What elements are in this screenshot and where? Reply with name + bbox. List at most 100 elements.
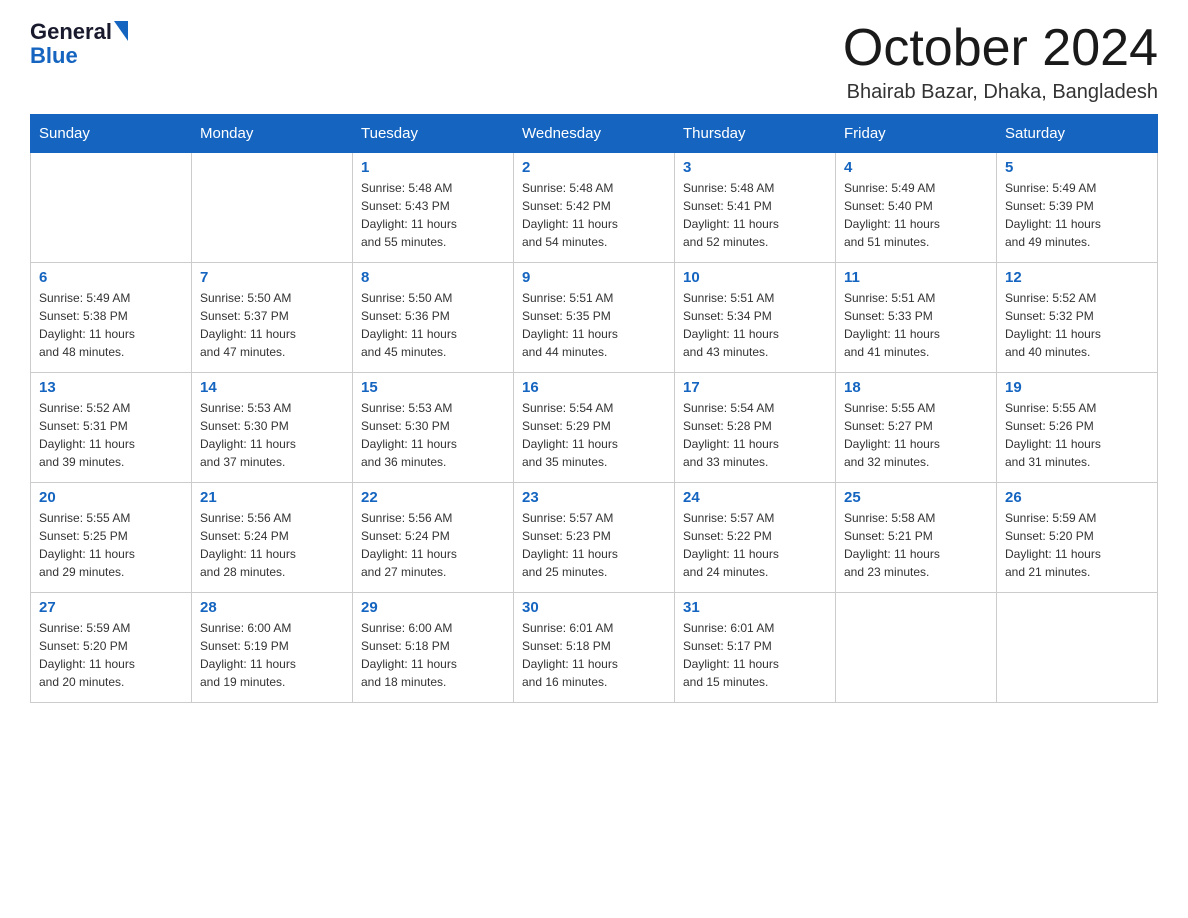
- day-info-text: Sunrise: 5:51 AMSunset: 5:34 PMDaylight:…: [683, 289, 827, 361]
- day-info-text: Sunrise: 5:56 AMSunset: 5:24 PMDaylight:…: [200, 509, 344, 581]
- day-number: 27: [39, 599, 183, 616]
- day-number: 28: [200, 599, 344, 616]
- day-number: 13: [39, 379, 183, 396]
- calendar-day-cell: 28 Sunrise: 6:00 AMSunset: 5:19 PMDayligh…: [192, 593, 353, 703]
- day-number: 7: [200, 269, 344, 286]
- day-number: 5: [1005, 159, 1149, 176]
- day-info-text: Sunrise: 5:58 AMSunset: 5:21 PMDaylight:…: [844, 509, 988, 581]
- calendar-day-cell: 15 Sunrise: 5:53 AMSunset: 5:30 PMDayligh…: [353, 373, 514, 483]
- calendar-day-cell: 31 Sunrise: 6:01 AMSunset: 5:17 PMDayligh…: [675, 593, 836, 703]
- day-number: 29: [361, 599, 505, 616]
- day-number: 26: [1005, 489, 1149, 506]
- day-of-week-header: Thursday: [675, 115, 836, 153]
- calendar-day-cell: 29Sunrise: 6:00 AMSunset: 5:18 PMDayligh…: [353, 593, 514, 703]
- calendar-day-cell: 5 Sunrise: 5:49 AMSunset: 5:39 PMDaylight…: [997, 153, 1158, 263]
- day-info-text: Sunrise: 5:49 AMSunset: 5:38 PMDaylight:…: [39, 289, 183, 361]
- calendar-day-cell: [836, 593, 997, 703]
- day-info-text: Sunrise: 5:57 AMSunset: 5:23 PMDaylight:…: [522, 509, 666, 581]
- day-info-text: Sunrise: 5:48 AMSunset: 5:43 PMDaylight:…: [361, 179, 505, 251]
- day-number: 31: [683, 599, 827, 616]
- day-info-text: Sunrise: 6:01 AMSunset: 5:17 PMDaylight:…: [683, 619, 827, 691]
- location-subtitle: Bhairab Bazar, Dhaka, Bangladesh: [843, 81, 1158, 104]
- calendar-week-row: 1 Sunrise: 5:48 AMSunset: 5:43 PMDaylight…: [31, 153, 1158, 263]
- calendar-day-cell: [192, 153, 353, 263]
- day-info-text: Sunrise: 5:53 AMSunset: 5:30 PMDaylight:…: [361, 399, 505, 471]
- calendar-day-cell: 24 Sunrise: 5:57 AMSunset: 5:22 PMDayligh…: [675, 483, 836, 593]
- calendar-day-cell: 7 Sunrise: 5:50 AMSunset: 5:37 PMDaylight…: [192, 263, 353, 373]
- calendar-day-cell: 2 Sunrise: 5:48 AMSunset: 5:42 PMDaylight…: [514, 153, 675, 263]
- calendar-day-cell: 19 Sunrise: 5:55 AMSunset: 5:26 PMDayligh…: [997, 373, 1158, 483]
- calendar-day-cell: [31, 153, 192, 263]
- calendar-day-cell: 16 Sunrise: 5:54 AMSunset: 5:29 PMDayligh…: [514, 373, 675, 483]
- calendar-day-cell: 23Sunrise: 5:57 AMSunset: 5:23 PMDayligh…: [514, 483, 675, 593]
- day-info-text: Sunrise: 5:50 AMSunset: 5:37 PMDaylight:…: [200, 289, 344, 361]
- calendar-day-cell: 30 Sunrise: 6:01 AMSunset: 5:18 PMDayligh…: [514, 593, 675, 703]
- calendar-week-row: 27 Sunrise: 5:59 AMSunset: 5:20 PMDayligh…: [31, 593, 1158, 703]
- day-of-week-header: Sunday: [31, 115, 192, 153]
- day-number: 20: [39, 489, 183, 506]
- logo-general-text: General: [30, 20, 112, 44]
- calendar-week-row: 20 Sunrise: 5:55 AMSunset: 5:25 PMDayligh…: [31, 483, 1158, 593]
- day-info-text: Sunrise: 5:55 AMSunset: 5:26 PMDaylight:…: [1005, 399, 1149, 471]
- day-info-text: Sunrise: 5:48 AMSunset: 5:42 PMDaylight:…: [522, 179, 666, 251]
- day-number: 8: [361, 269, 505, 286]
- day-number: 14: [200, 379, 344, 396]
- day-number: 19: [1005, 379, 1149, 396]
- day-info-text: Sunrise: 6:01 AMSunset: 5:18 PMDaylight:…: [522, 619, 666, 691]
- calendar-day-cell: 25 Sunrise: 5:58 AMSunset: 5:21 PMDayligh…: [836, 483, 997, 593]
- calendar-day-cell: [997, 593, 1158, 703]
- calendar-day-cell: 14 Sunrise: 5:53 AMSunset: 5:30 PMDayligh…: [192, 373, 353, 483]
- day-info-text: Sunrise: 5:49 AMSunset: 5:39 PMDaylight:…: [1005, 179, 1149, 251]
- calendar-day-cell: 4Sunrise: 5:49 AMSunset: 5:40 PMDaylight…: [836, 153, 997, 263]
- day-of-week-header: Monday: [192, 115, 353, 153]
- calendar-day-cell: 11Sunrise: 5:51 AMSunset: 5:33 PMDayligh…: [836, 263, 997, 373]
- calendar-week-row: 13 Sunrise: 5:52 AMSunset: 5:31 PMDayligh…: [31, 373, 1158, 483]
- day-info-text: Sunrise: 5:57 AMSunset: 5:22 PMDaylight:…: [683, 509, 827, 581]
- day-info-text: Sunrise: 5:55 AMSunset: 5:25 PMDaylight:…: [39, 509, 183, 581]
- page-header: General Blue October 2024 Bhairab Bazar,…: [30, 20, 1158, 104]
- day-number: 6: [39, 269, 183, 286]
- day-number: 16: [522, 379, 666, 396]
- day-info-text: Sunrise: 6:00 AMSunset: 5:19 PMDaylight:…: [200, 619, 344, 691]
- day-number: 22: [361, 489, 505, 506]
- day-number: 24: [683, 489, 827, 506]
- day-info-text: Sunrise: 5:54 AMSunset: 5:28 PMDaylight:…: [683, 399, 827, 471]
- calendar-day-cell: 10Sunrise: 5:51 AMSunset: 5:34 PMDayligh…: [675, 263, 836, 373]
- day-info-text: Sunrise: 5:59 AMSunset: 5:20 PMDaylight:…: [1005, 509, 1149, 581]
- day-number: 17: [683, 379, 827, 396]
- calendar-table: SundayMondayTuesdayWednesdayThursdayFrid…: [30, 114, 1158, 703]
- day-info-text: Sunrise: 5:52 AMSunset: 5:32 PMDaylight:…: [1005, 289, 1149, 361]
- day-number: 30: [522, 599, 666, 616]
- day-number: 11: [844, 269, 988, 286]
- day-of-week-header: Tuesday: [353, 115, 514, 153]
- day-number: 4: [844, 159, 988, 176]
- day-info-text: Sunrise: 5:56 AMSunset: 5:24 PMDaylight:…: [361, 509, 505, 581]
- day-info-text: Sunrise: 5:50 AMSunset: 5:36 PMDaylight:…: [361, 289, 505, 361]
- day-info-text: Sunrise: 5:52 AMSunset: 5:31 PMDaylight:…: [39, 399, 183, 471]
- calendar-day-cell: 12Sunrise: 5:52 AMSunset: 5:32 PMDayligh…: [997, 263, 1158, 373]
- month-year-title: October 2024: [843, 20, 1158, 77]
- day-number: 25: [844, 489, 988, 506]
- day-info-text: Sunrise: 5:55 AMSunset: 5:27 PMDaylight:…: [844, 399, 988, 471]
- day-number: 1: [361, 159, 505, 176]
- day-info-text: Sunrise: 5:48 AMSunset: 5:41 PMDaylight:…: [683, 179, 827, 251]
- day-info-text: Sunrise: 5:59 AMSunset: 5:20 PMDaylight:…: [39, 619, 183, 691]
- calendar-header-row: SundayMondayTuesdayWednesdayThursdayFrid…: [31, 115, 1158, 153]
- calendar-day-cell: 27 Sunrise: 5:59 AMSunset: 5:20 PMDayligh…: [31, 593, 192, 703]
- calendar-day-cell: 8 Sunrise: 5:50 AMSunset: 5:36 PMDaylight…: [353, 263, 514, 373]
- logo-arrow-icon: [114, 21, 128, 41]
- title-block: October 2024 Bhairab Bazar, Dhaka, Bangl…: [843, 20, 1158, 104]
- day-number: 15: [361, 379, 505, 396]
- day-info-text: Sunrise: 5:53 AMSunset: 5:30 PMDaylight:…: [200, 399, 344, 471]
- day-of-week-header: Wednesday: [514, 115, 675, 153]
- calendar-day-cell: 13 Sunrise: 5:52 AMSunset: 5:31 PMDayligh…: [31, 373, 192, 483]
- day-number: 2: [522, 159, 666, 176]
- day-info-text: Sunrise: 5:51 AMSunset: 5:35 PMDaylight:…: [522, 289, 666, 361]
- day-of-week-header: Saturday: [997, 115, 1158, 153]
- calendar-day-cell: 17 Sunrise: 5:54 AMSunset: 5:28 PMDayligh…: [675, 373, 836, 483]
- calendar-day-cell: 1 Sunrise: 5:48 AMSunset: 5:43 PMDaylight…: [353, 153, 514, 263]
- calendar-day-cell: 20 Sunrise: 5:55 AMSunset: 5:25 PMDayligh…: [31, 483, 192, 593]
- day-info-text: Sunrise: 5:54 AMSunset: 5:29 PMDaylight:…: [522, 399, 666, 471]
- calendar-day-cell: 26 Sunrise: 5:59 AMSunset: 5:20 PMDayligh…: [997, 483, 1158, 593]
- calendar-day-cell: 22 Sunrise: 5:56 AMSunset: 5:24 PMDayligh…: [353, 483, 514, 593]
